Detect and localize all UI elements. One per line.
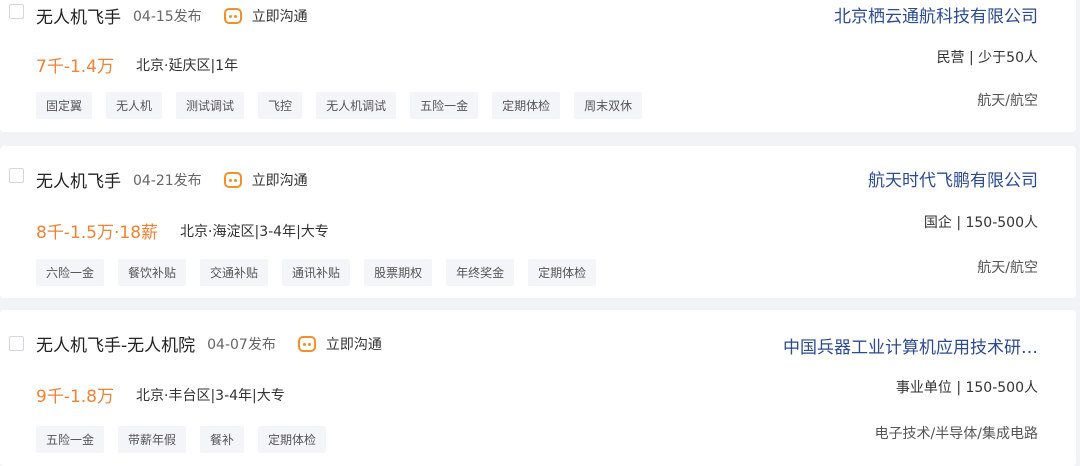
company-name-link[interactable]: 中国兵器工业计算机应用技术研… [783,333,1038,358]
tag: 定期体检 [492,92,561,119]
company-name-link[interactable]: 航天时代飞鹏有限公司 [868,166,1038,191]
tag: 带薪年假 [118,426,187,453]
benefit-tags: 固定翼 无人机 测试调试 飞控 无人机调试 五险一金 定期体检 周末双休 [36,92,656,119]
job-location-meta: 北京·丰台区|3-4年|大专 [136,387,285,404]
company-industry: 航天/航空 [977,260,1038,276]
tag: 飞控 [258,92,303,119]
salary-row: 9千-1.8万 北京·丰台区|3-4年|大专 [36,382,285,407]
tag: 固定翼 [36,92,93,119]
chat-now-button[interactable]: 立即沟通 [223,6,308,26]
select-checkbox[interactable] [9,336,24,351]
job-card[interactable]: 无人机飞手 04-15发布 立即沟通 7千-1.4万 北京·延庆区|1年 固定翼… [0,0,1076,132]
salary: 7千-1.4万 [36,57,114,77]
tag: 无人机 [106,92,163,119]
tag: 交通补贴 [200,259,269,286]
tag: 餐补 [200,426,245,453]
chat-now-button[interactable]: 立即沟通 [223,170,308,190]
benefit-tags: 五险一金 带薪年假 餐补 定期体检 [36,426,340,453]
company-meta: 民营 | 少于50人 [936,50,1038,66]
post-date: 04-21发布 [133,172,202,189]
company-industry: 航天/航空 [977,93,1038,109]
benefit-tags: 六险一金 餐饮补贴 交通补贴 通讯补贴 股票期权 年终奖金 定期体检 [36,259,610,286]
salary: 9千-1.8万 [36,387,114,407]
company-meta: 事业单位 | 150-500人 [895,380,1038,396]
chat-bubble-icon [297,335,316,352]
chat-now-label: 立即沟通 [325,336,382,353]
tag: 五险一金 [36,426,105,453]
company-name-link[interactable]: 北京栖云通航科技有限公司 [834,2,1038,27]
post-date: 04-07发布 [207,336,276,353]
tag: 股票期权 [364,259,433,286]
chat-now-label: 立即沟通 [251,8,308,25]
tag: 通讯补贴 [282,259,351,286]
tag: 定期体检 [528,259,597,286]
company-industry: 电子技术/半导体/集成电路 [874,426,1038,442]
chat-now-button[interactable]: 立即沟通 [297,334,382,354]
salary-row: 7千-1.4万 北京·延庆区|1年 [36,52,238,77]
job-location-meta: 北京·延庆区|1年 [136,57,239,74]
title-row: 无人机飞手 04-21发布 立即沟通 [36,167,308,192]
tag: 无人机调试 [316,92,397,119]
job-title[interactable]: 无人机飞手 [36,167,121,192]
salary-row: 8千-1.5万·18薪 北京·海淀区|3-4年|大专 [36,218,329,243]
job-list: 无人机飞手 04-15发布 立即沟通 7千-1.4万 北京·延庆区|1年 固定翼… [0,0,1080,466]
select-checkbox[interactable] [9,4,24,19]
tag: 餐饮补贴 [118,259,187,286]
tag: 六险一金 [36,259,105,286]
select-checkbox[interactable] [9,168,24,183]
tag: 测试调试 [176,92,245,119]
tag: 定期体检 [258,426,327,453]
job-location-meta: 北京·海淀区|3-4年|大专 [180,223,329,240]
tag: 年终奖金 [446,259,515,286]
job-title[interactable]: 无人机飞手-无人机院 [36,331,195,356]
job-card[interactable]: 无人机飞手 04-21发布 立即沟通 8千-1.5万·18薪 北京·海淀区|3-… [0,146,1076,298]
job-card[interactable]: 无人机飞手-无人机院 04-07发布 立即沟通 9千-1.8万 北京·丰台区|3… [0,310,1076,466]
tag: 五险一金 [410,92,479,119]
job-title[interactable]: 无人机飞手 [36,3,121,28]
post-date: 04-15发布 [133,8,202,25]
title-row: 无人机飞手 04-15发布 立即沟通 [36,3,308,28]
chat-bubble-icon [223,7,242,24]
tag: 周末双休 [574,92,643,119]
salary: 8千-1.5万·18薪 [36,223,159,243]
title-row: 无人机飞手-无人机院 04-07发布 立即沟通 [36,331,382,356]
company-meta: 国企 | 150-500人 [923,215,1038,231]
chat-now-label: 立即沟通 [251,172,308,189]
chat-bubble-icon [223,171,242,188]
